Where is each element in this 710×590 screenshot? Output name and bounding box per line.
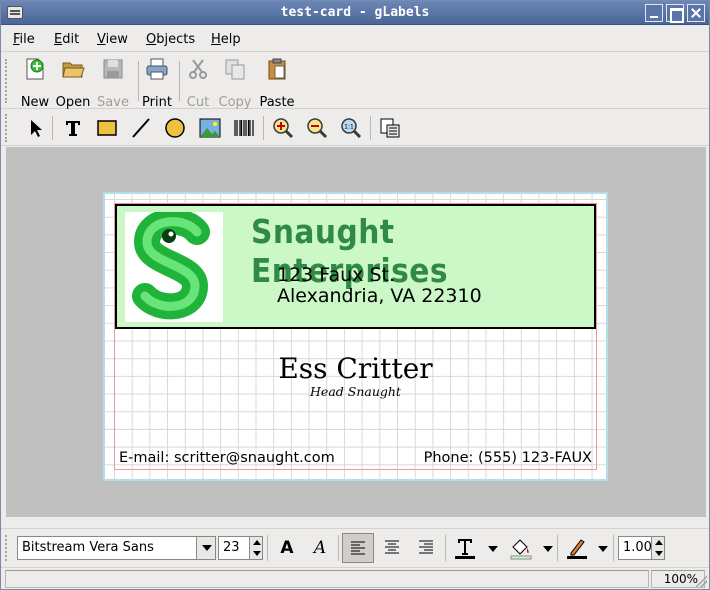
align-left-button[interactable] xyxy=(342,533,374,563)
align-center-button[interactable] xyxy=(376,533,408,563)
align-center-icon xyxy=(385,540,399,554)
paste-button[interactable]: Paste xyxy=(255,57,299,110)
svg-text:1:1: 1:1 xyxy=(344,124,354,131)
folder-open-icon xyxy=(62,62,85,78)
company-logo-image[interactable] xyxy=(125,212,223,322)
align-right-button[interactable] xyxy=(410,533,442,563)
bold-icon: A xyxy=(280,538,294,558)
toolbar-separator xyxy=(613,535,614,561)
status-bar: 100% xyxy=(1,567,709,589)
menu-bar: File Edit View Objects Help xyxy=(1,26,709,52)
person-title-text[interactable]: Head Snaught xyxy=(105,384,606,399)
text-color-dropdown-icon[interactable] xyxy=(488,546,498,552)
zoom-in-icon[interactable] xyxy=(271,116,295,140)
header-banner-box[interactable]: Snaught Enterprises 123 Faux St. Alexand… xyxy=(115,204,596,329)
pencil-line-color-icon xyxy=(567,539,587,559)
business-card-label[interactable]: Snaught Enterprises 123 Faux St. Alexand… xyxy=(103,192,608,481)
line-color-dropdown-icon[interactable] xyxy=(598,546,608,552)
save-disk-icon xyxy=(103,59,123,79)
phone-text[interactable]: Phone: (555) 123-FAUX xyxy=(424,450,592,466)
line-width-spinner[interactable] xyxy=(651,536,665,560)
title-bar[interactable]: test-card - gLabels xyxy=(1,1,709,25)
address-line-2[interactable]: Alexandria, VA 22310 xyxy=(277,285,482,307)
font-family-dropdown-button[interactable] xyxy=(196,536,216,560)
text-color-button[interactable] xyxy=(449,533,481,563)
ellipse-tool-icon[interactable] xyxy=(163,116,187,140)
box-tool-icon[interactable] xyxy=(95,116,119,140)
address-line-1[interactable]: 123 Faux St. xyxy=(277,264,395,286)
toolbar-separator xyxy=(52,116,53,140)
print-button[interactable]: Print xyxy=(135,57,179,110)
drawing-toolbar: 1:1 xyxy=(1,110,709,146)
barcode-tool-icon[interactable] xyxy=(232,116,256,140)
copy-button[interactable]: Copy xyxy=(213,57,257,110)
zoom-out-icon[interactable] xyxy=(305,116,329,140)
image-tool-icon[interactable] xyxy=(198,116,222,140)
main-toolbar: New Open Save Print Cut Copy Paste xyxy=(1,53,709,110)
toolbar-handle[interactable] xyxy=(5,535,11,561)
menu-file[interactable]: File xyxy=(13,32,35,47)
font-family-combo[interactable]: Bitstream Vera Sans xyxy=(17,536,197,560)
font-size-spinner[interactable] xyxy=(249,536,263,560)
open-button[interactable]: Open xyxy=(51,57,95,110)
align-left-icon xyxy=(351,541,365,555)
label-canvas[interactable]: Snaught Enterprises 123 Faux St. Alexand… xyxy=(6,147,706,517)
bold-button[interactable]: A xyxy=(271,533,303,563)
toolbar-separator xyxy=(338,535,339,561)
person-name-text[interactable]: Ess Critter xyxy=(105,352,606,385)
toolbar-separator xyxy=(445,535,446,561)
toolbar-separator xyxy=(263,116,264,140)
new-document-icon xyxy=(26,58,44,80)
toolbar-separator xyxy=(267,535,268,561)
resize-grip[interactable] xyxy=(695,575,707,587)
menu-view[interactable]: View xyxy=(97,32,128,47)
maximize-button[interactable] xyxy=(666,4,684,23)
toolbar-handle[interactable] xyxy=(5,114,11,142)
font-size-field[interactable]: 23 xyxy=(218,536,250,560)
align-right-icon xyxy=(419,540,433,554)
fill-color-button[interactable] xyxy=(505,533,537,563)
fill-bucket-icon xyxy=(510,539,532,560)
scissors-icon xyxy=(189,59,207,79)
arrow-select-icon[interactable] xyxy=(23,116,47,140)
text-color-icon xyxy=(455,539,475,559)
clipboard-paste-icon xyxy=(268,58,286,80)
glabels-window: test-card - gLabels File Edit View Objec… xyxy=(0,0,710,590)
text-tool-icon[interactable] xyxy=(61,116,85,140)
menu-edit[interactable]: Edit xyxy=(54,32,79,47)
close-button[interactable] xyxy=(687,4,705,22)
printer-icon xyxy=(146,58,168,80)
merge-properties-icon[interactable] xyxy=(378,116,402,140)
menu-help[interactable]: Help xyxy=(211,32,241,47)
zoom-1to1-icon[interactable]: 1:1 xyxy=(339,116,363,140)
line-color-button[interactable] xyxy=(561,533,593,563)
save-button[interactable]: Save xyxy=(91,57,135,110)
window-title: test-card - gLabels xyxy=(280,5,430,20)
email-text[interactable]: E-mail: scritter@snaught.com xyxy=(119,450,335,466)
toolbar-separator xyxy=(370,116,371,140)
toolbar-handle[interactable] xyxy=(5,59,11,103)
toolbar-separator xyxy=(557,535,558,561)
minimize-button[interactable] xyxy=(645,4,663,22)
italic-button[interactable]: A xyxy=(304,533,336,563)
format-toolbar: Bitstream Vera Sans 23 A A 1.00 xyxy=(1,528,709,566)
status-message xyxy=(5,570,649,588)
line-width-field[interactable]: 1.00 xyxy=(618,536,654,560)
italic-icon: A xyxy=(313,538,327,558)
line-tool-icon[interactable] xyxy=(129,116,153,140)
copy-icon xyxy=(225,59,245,80)
menu-objects[interactable]: Objects xyxy=(146,32,195,47)
fill-color-dropdown-icon[interactable] xyxy=(543,546,553,552)
